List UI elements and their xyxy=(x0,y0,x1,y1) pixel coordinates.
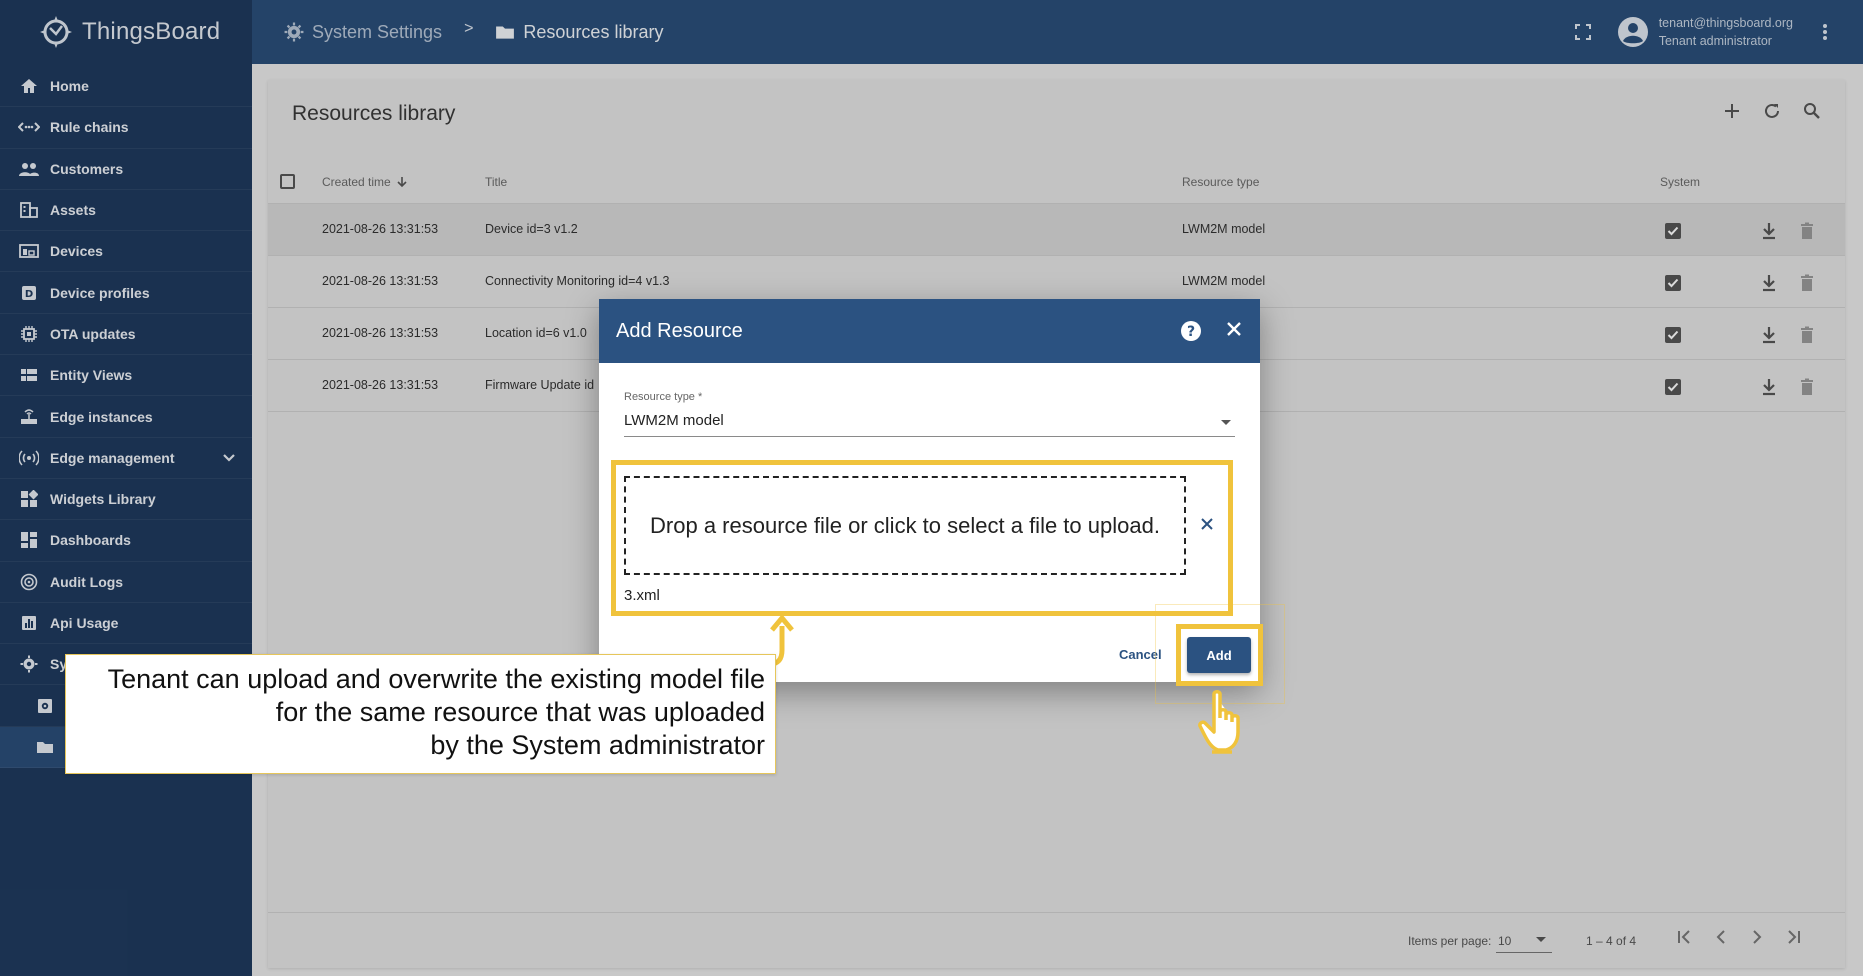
svg-text:?: ? xyxy=(1187,324,1195,340)
callout-line: Tenant can upload and overwrite the exis… xyxy=(107,664,765,694)
resource-type-underline xyxy=(624,436,1235,437)
close-icon[interactable] xyxy=(1226,321,1242,337)
highlight-add-button-frame xyxy=(1176,624,1263,686)
resource-type-select[interactable]: LWM2M model xyxy=(624,412,724,429)
pointing-hand-icon xyxy=(1198,690,1240,754)
dialog-header: Add Resource ? xyxy=(599,299,1260,363)
tutorial-callout: Tenant can upload and overwrite the exis… xyxy=(65,654,776,774)
highlight-dropzone-frame xyxy=(611,460,1233,616)
dialog-title: Add Resource xyxy=(616,319,743,342)
resource-type-label: Resource type * xyxy=(624,391,703,403)
callout-line: for the same resource that was uploaded xyxy=(275,697,765,727)
callout-line: by the System administrator xyxy=(430,730,765,760)
dropdown-arrow-icon[interactable] xyxy=(1221,420,1231,425)
help-icon[interactable]: ? xyxy=(1180,320,1202,342)
